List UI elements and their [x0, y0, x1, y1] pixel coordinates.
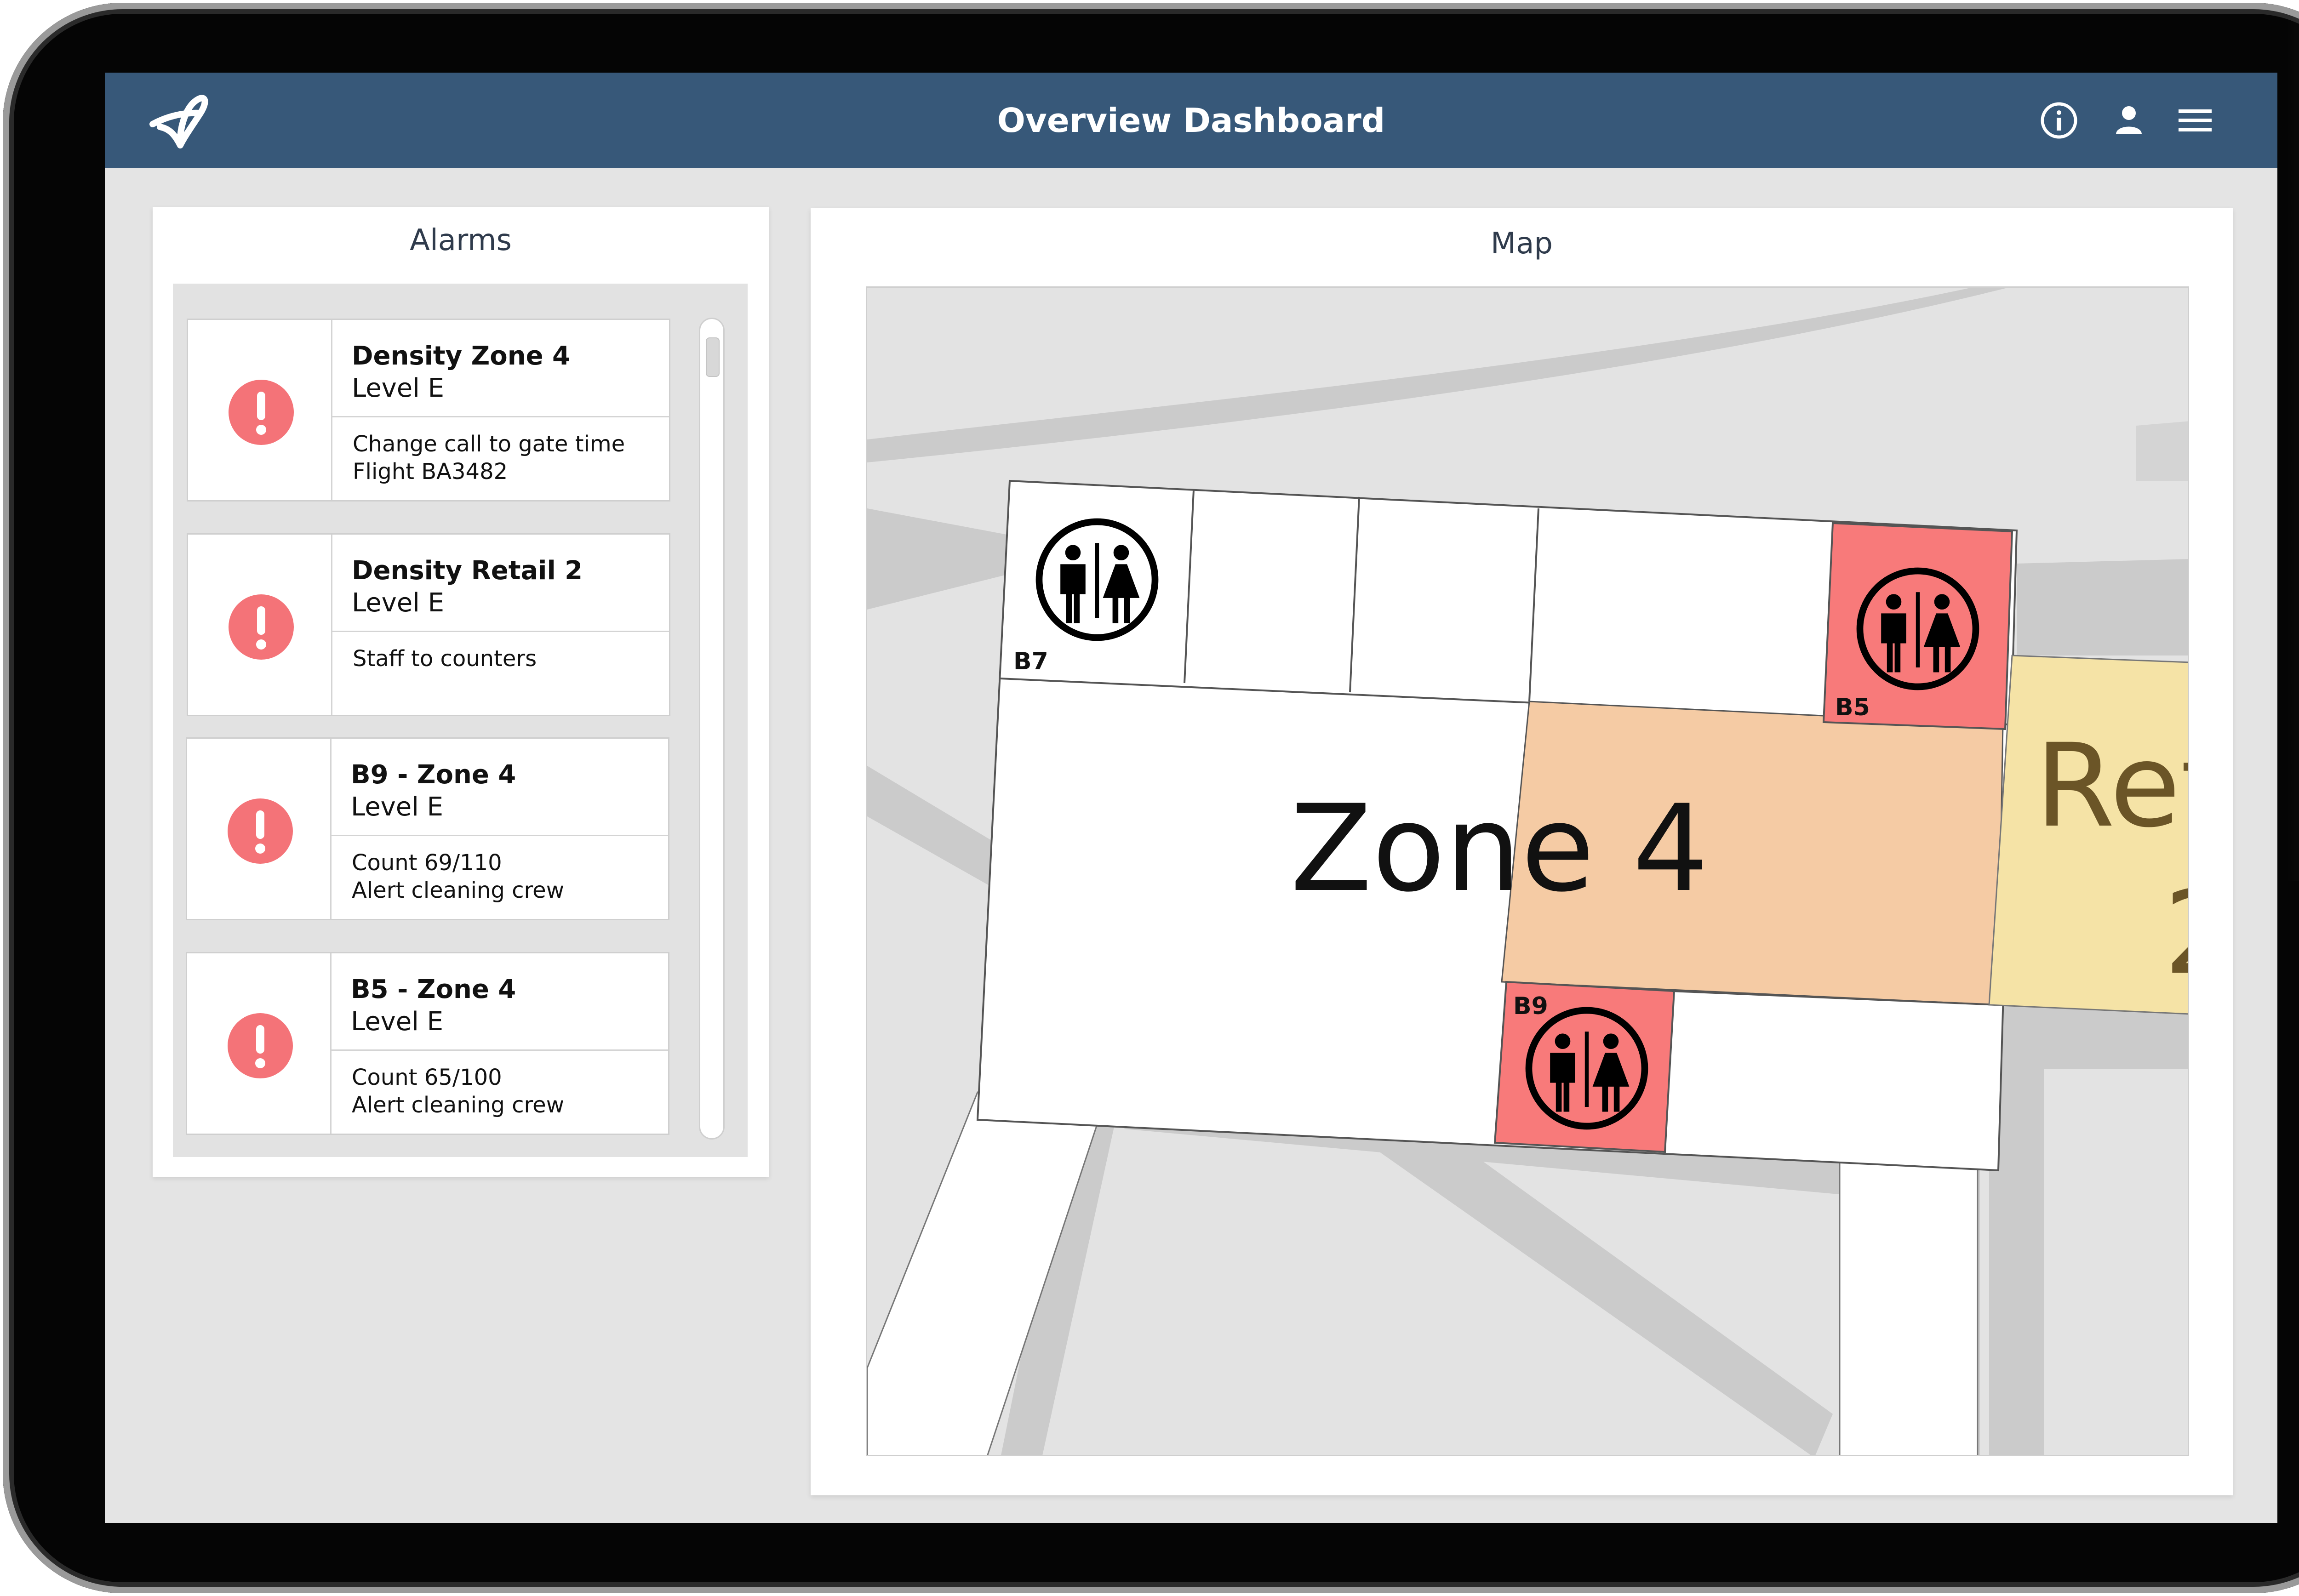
alarm-message: Staff to counters	[332, 632, 669, 715]
alert-icon	[228, 798, 293, 864]
alarm-level: Level E	[352, 373, 445, 403]
alarm-header: B9 - Zone 4 Level E	[332, 739, 668, 836]
alarm-title: Density Zone 4	[352, 341, 571, 371]
info-icon[interactable]	[2036, 97, 2082, 143]
alarms-list[interactable]: Density Zone 4 Level E Change call to ga…	[173, 284, 748, 1157]
floor-plan: B7 B5 B9 Zone 4 Ret 2	[867, 288, 2189, 1455]
alarm-level: Level E	[352, 588, 445, 618]
alarm-message: Change call to gate time Flight BA3482	[332, 417, 669, 500]
scrollbar-thumb[interactable]	[706, 337, 720, 377]
alarm-title: B5 - Zone 4	[351, 975, 516, 1004]
alarm-title: B9 - Zone 4	[351, 760, 516, 790]
retail-label-number: 2	[2164, 866, 2189, 1000]
alert-icon	[229, 380, 294, 445]
alarm-message: Count 65/100 Alert cleaning crew	[332, 1051, 668, 1134]
alarm-header: Density Retail 2 Level E	[332, 535, 669, 632]
alarm-icon-cell	[188, 535, 332, 715]
alarm-level: Level E	[351, 1007, 444, 1037]
menu-icon[interactable]	[2172, 97, 2218, 143]
alarm-header: B5 - Zone 4 Level E	[332, 953, 668, 1051]
alarm-header: Density Zone 4 Level E	[332, 320, 669, 417]
alarm-message-line: Flight BA3482	[353, 459, 508, 484]
restroom-label-b5: B5	[1835, 694, 1870, 721]
restroom-label-b9: B9	[1513, 992, 1548, 1020]
alert-icon	[228, 1013, 293, 1078]
alarm-message-line: Change call to gate time	[353, 431, 625, 457]
map-title: Map	[1490, 227, 1553, 261]
alarm-card[interactable]: B9 - Zone 4 Level E Count 69/110 Alert c…	[186, 737, 669, 920]
map-view[interactable]: B7 B5 B9 Zone 4 Ret 2	[866, 286, 2189, 1456]
retail-label: Ret	[2035, 719, 2189, 853]
alarms-title: Alarms	[410, 223, 512, 257]
alarm-card[interactable]: Density Retail 2 Level E Staff to counte…	[187, 533, 670, 716]
tablet-sheen	[2286, 17, 2299, 881]
restroom-label-b7: B7	[1013, 648, 1048, 675]
alarm-message-line: Count 65/100	[352, 1065, 502, 1090]
alarm-message: Count 69/110 Alert cleaning crew	[332, 836, 668, 919]
page-title: Overview Dashboard	[997, 101, 1385, 140]
alarm-message-line: Alert cleaning crew	[352, 878, 564, 903]
alarms-scrollbar[interactable]	[699, 318, 725, 1140]
user-icon[interactable]	[2106, 97, 2152, 143]
app-header: Overview Dashboard	[105, 73, 2277, 168]
alarm-message-line: Alert cleaning crew	[352, 1092, 564, 1118]
alarm-card[interactable]: Density Zone 4 Level E Change call to ga…	[187, 319, 670, 502]
alarm-level: Level E	[351, 792, 444, 822]
alarm-icon-cell	[188, 320, 332, 500]
alarms-panel: Alarms Density Zone 4 Level E Change cal…	[153, 207, 769, 1177]
alarm-title: Density Retail 2	[352, 556, 583, 586]
map-panel: Map B7 B5 B9 Zone 4 Re	[811, 208, 2233, 1495]
alarm-message-line: Count 69/110	[352, 850, 502, 876]
app-screen: Overview Dashboard Alarms Density Zone 4…	[105, 73, 2277, 1523]
alarm-icon-cell	[187, 739, 332, 919]
alert-icon	[229, 594, 294, 660]
alarm-message-line: Staff to counters	[353, 646, 537, 672]
alarm-card[interactable]: B5 - Zone 4 Level E Count 65/100 Alert c…	[186, 952, 669, 1135]
zone-label: Zone 4	[1290, 780, 1709, 918]
alarm-icon-cell	[187, 953, 332, 1134]
